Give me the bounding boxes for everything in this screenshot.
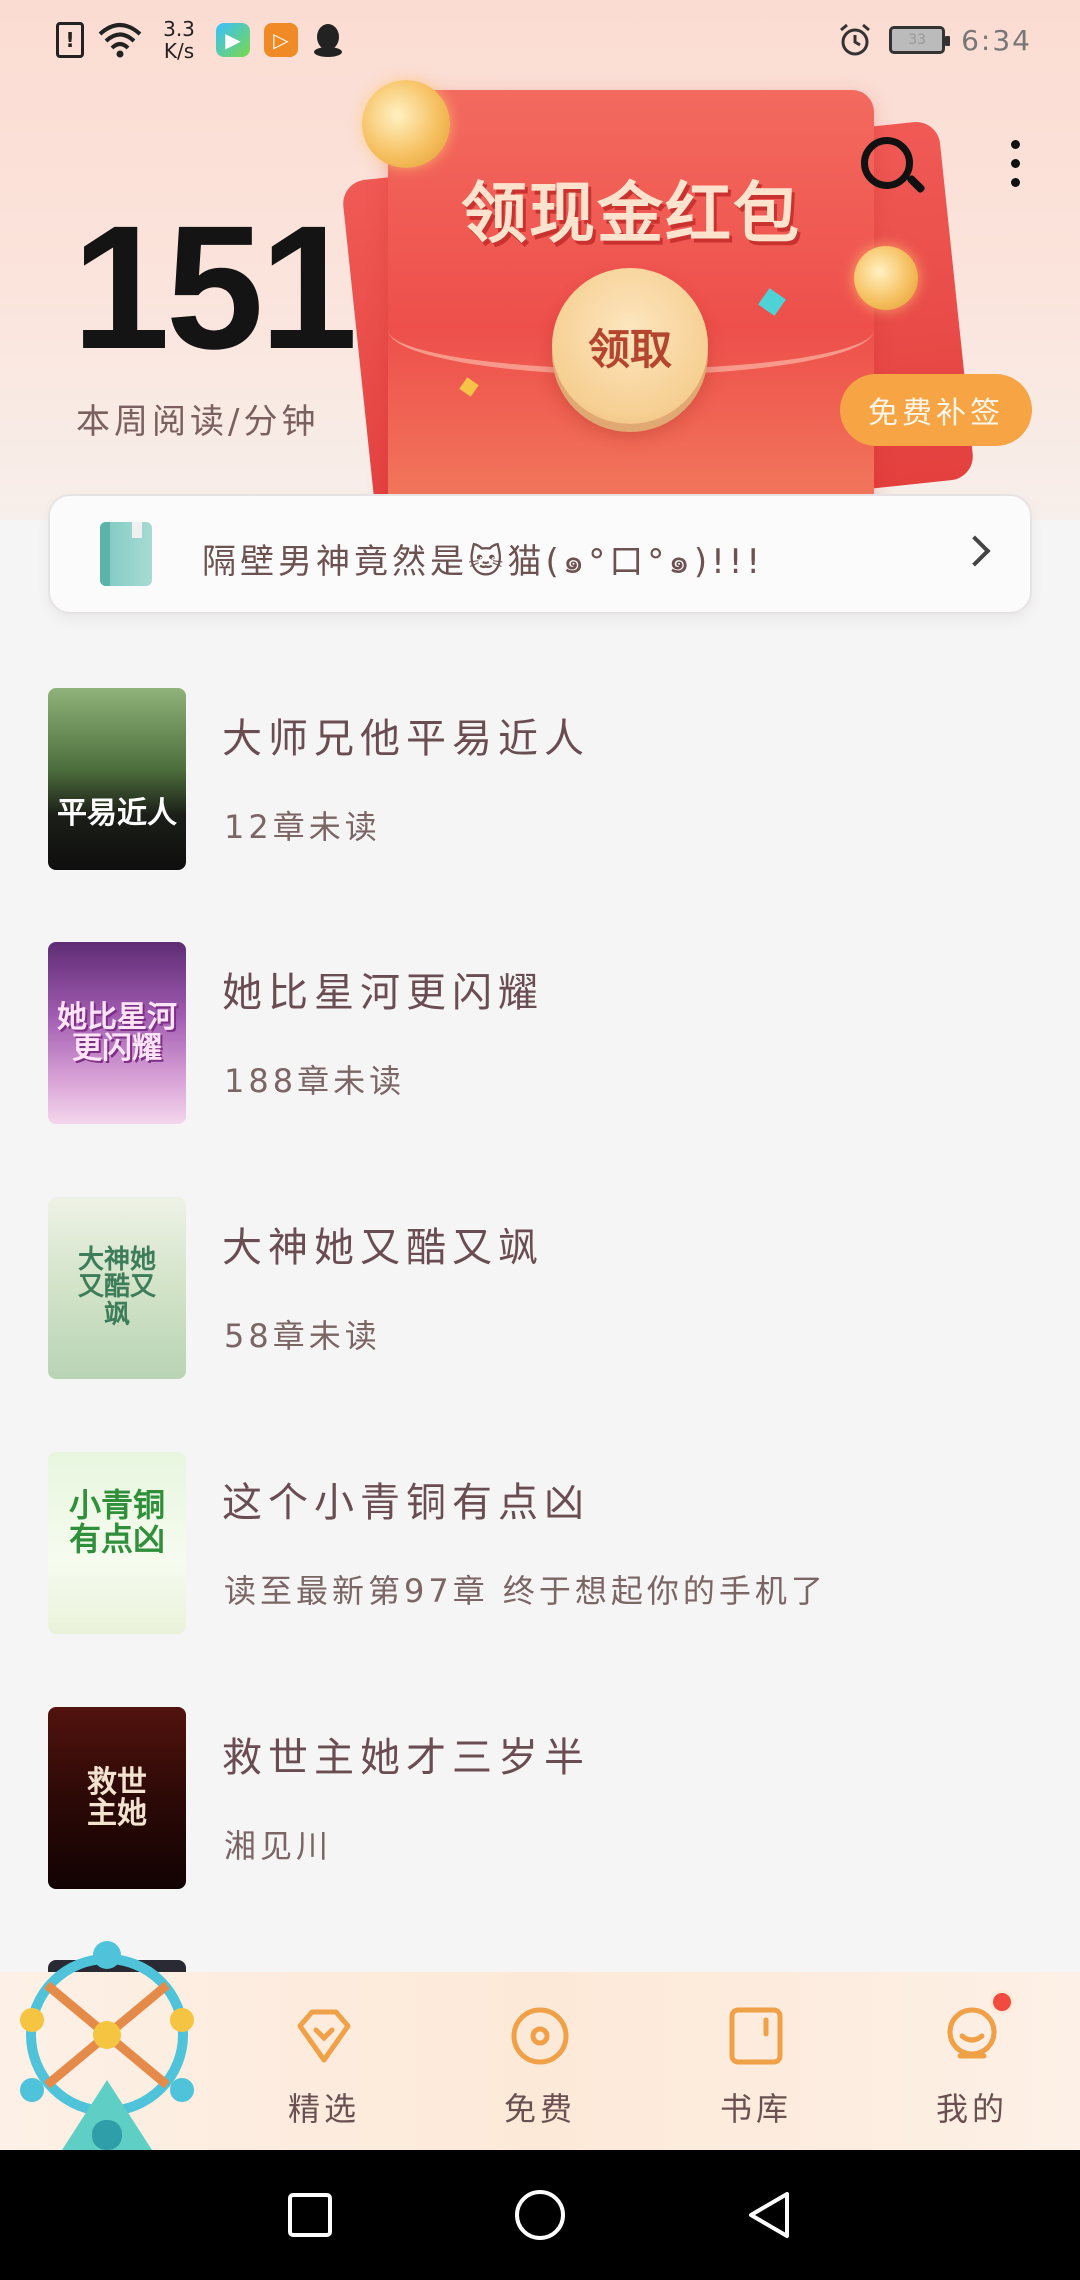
bookshelf-icon [724, 2004, 788, 2068]
nav-label: 书库 [719, 2090, 792, 2128]
book-title: 救世主她才三岁半 [222, 1735, 590, 1781]
book-title: 大师兄他平易近人 [222, 716, 590, 762]
ferris-wheel-icon[interactable] [12, 1940, 202, 2150]
status-bar: ! 3.3 K/s ▶ ▷ 33 6:34 [0, 0, 1080, 90]
free-sign-in-button[interactable]: 免费补签 [840, 374, 1032, 446]
book-subtitle: 188章未读 [224, 1062, 406, 1100]
nav-label: 我的 [935, 2090, 1008, 2128]
list-item[interactable]: 救世主她 救世主她才三岁半 湘见川 [48, 1707, 1032, 1889]
notice-text: 隔壁男神竟然是🐱猫(๑°口°๑)!!! [202, 542, 765, 582]
alarm-icon [837, 22, 873, 58]
coin-icon [508, 2004, 572, 2068]
gold-coin-icon [362, 80, 450, 168]
red-envelope-banner[interactable]: 领现金红包 领取 [388, 90, 874, 520]
book-subtitle: 读至最新第97章 终于想起你的手机了 [224, 1572, 827, 1610]
weekly-reading-minutes: 151 [72, 190, 358, 386]
book-cover: 小青铜有点凶 [48, 1452, 186, 1634]
nav-tab-library[interactable]: 书库 [666, 1990, 846, 2140]
nav-label: 免费 [503, 2090, 576, 2128]
player-app-icon: ▷ [264, 23, 298, 57]
book-title: 这个小青铜有点凶 [222, 1480, 590, 1526]
book-subtitle: 58章未读 [224, 1317, 381, 1355]
book-cover-text: 救世主她 [87, 1764, 147, 1831]
envelope-title: 领现金红包 [461, 175, 801, 252]
list-item[interactable]: 大神她又酷又飒 大神她又酷又飒 58章未读 [48, 1197, 1032, 1379]
book-cover: 救世主她 [48, 1707, 186, 1889]
clock-time: 6:34 [961, 23, 1032, 57]
home-icon[interactable] [510, 2185, 570, 2245]
book-cover-text: 平易近人 [57, 796, 177, 832]
gold-coin-icon [854, 246, 918, 310]
book-cover: 她比星河更闪耀 [48, 942, 186, 1124]
battery-level: 33 [908, 32, 927, 48]
nav-tab-mine[interactable]: 我的 [882, 1990, 1062, 2140]
nav-tab-free[interactable]: 免费 [450, 1990, 630, 2140]
qq-penguin-icon [312, 22, 344, 58]
weekly-reading-label: 本周阅读/分钟 [76, 402, 320, 442]
nav-label: 精选 [287, 2090, 360, 2128]
network-speed: 3.3 K/s [163, 17, 195, 63]
wifi-icon [98, 22, 142, 58]
back-icon[interactable] [740, 2185, 800, 2245]
book-cover-text: 小青铜有点凶 [68, 1486, 165, 1558]
book-title: 大神她又酷又飒 [222, 1225, 544, 1271]
battery-icon: 33 [889, 26, 951, 54]
book-subtitle: 12章未读 [224, 808, 381, 846]
chevron-right-icon [959, 535, 991, 567]
list-item[interactable]: 小青铜有点凶 这个小青铜有点凶 读至最新第97章 终于想起你的手机了 [48, 1452, 1032, 1634]
header-area: ! 3.3 K/s ▶ ▷ 33 6:34 151 本周阅读/分钟 领现金红包 … [0, 0, 1080, 520]
book-cover-text: 她比星河更闪耀 [57, 999, 177, 1066]
book-subtitle: 湘见川 [224, 1827, 333, 1865]
book-cover: 大神她又酷又飒 [48, 1197, 186, 1379]
list-item[interactable]: 她比星河更闪耀 她比星河更闪耀 188章未读 [48, 942, 1032, 1124]
list-item[interactable]: 平易近人 大师兄他平易近人 12章未读 [48, 688, 1032, 870]
profile-face-icon [940, 1990, 1014, 2068]
more-options-icon[interactable] [980, 128, 1050, 198]
book-cover: 平易近人 [48, 688, 186, 870]
recommendation-notice-card[interactable]: 隔壁男神竟然是🐱猫(๑°口°๑)!!! [48, 494, 1032, 614]
system-nav-bar [0, 2150, 1080, 2280]
notification-dot [990, 1990, 1014, 2014]
nav-tab-featured[interactable]: 精选 [234, 1990, 414, 2140]
book-title: 她比星河更闪耀 [222, 970, 544, 1016]
search-icon[interactable] [852, 128, 922, 198]
book-cover-text: 大神她又酷又飒 [77, 1245, 156, 1330]
book-icon [100, 522, 152, 586]
claim-button[interactable]: 领取 [552, 268, 708, 424]
alert-icon: ! [56, 22, 84, 58]
diamond-icon [292, 2004, 356, 2068]
video-app-icon: ▶ [216, 23, 250, 57]
recent-apps-icon[interactable] [280, 2185, 340, 2245]
